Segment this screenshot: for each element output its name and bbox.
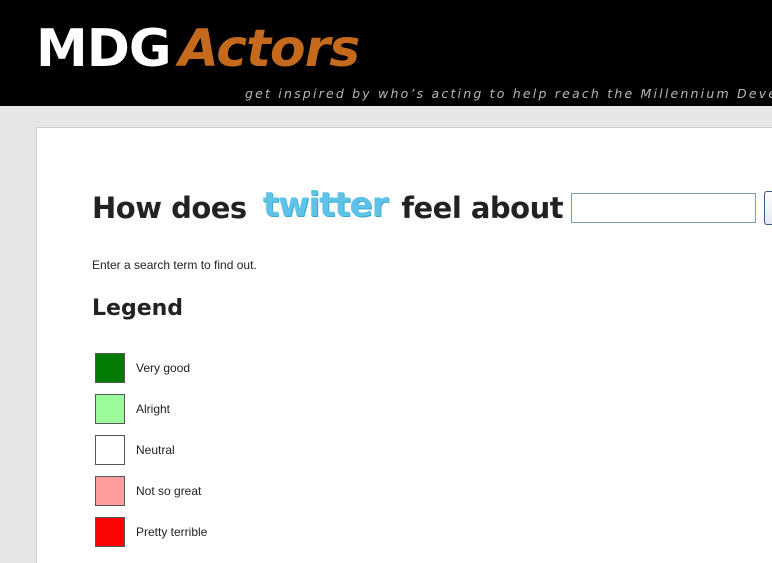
legend-item: Not so great [95, 474, 207, 507]
legend-list: Very good Alright Neutral Not so great P… [95, 351, 207, 556]
search-input[interactable] [571, 193, 757, 223]
legend-title: Legend [92, 296, 184, 321]
search-question: How does twitter feel about ? [92, 185, 772, 228]
legend-label: Not so great [136, 483, 202, 498]
legend-label: Neutral [136, 442, 175, 457]
legend-item: Pretty terrible [95, 515, 207, 548]
legend-item: Alright [95, 392, 207, 425]
question-prefix: How does [92, 191, 247, 225]
twitter-logo: twitter [262, 185, 389, 225]
site-logo[interactable]: MDG Actors [36, 18, 361, 80]
legend-swatch-pretty-terrible [95, 516, 125, 547]
question-suffix: feel about [401, 191, 564, 225]
site-header: MDG Actors get inspired by who’s acting t… [0, 0, 772, 106]
legend-label: Pretty terrible [136, 524, 208, 539]
search-hint: Enter a search term to find out. [92, 258, 257, 272]
main-content: How does twitter feel about ? Enter a se… [36, 127, 772, 563]
logo-text-mdg: MDG [36, 19, 172, 79]
legend-label: Alright [136, 401, 171, 416]
legend-swatch-not-so-great [95, 475, 125, 506]
legend-swatch-very-good [95, 352, 125, 383]
legend-swatch-neutral [95, 434, 125, 465]
legend-item: Neutral [95, 433, 207, 466]
legend-swatch-alright [95, 393, 125, 424]
logo-text-actors: Actors [178, 19, 361, 79]
site-tagline: get inspired by who’s acting to help rea… [245, 86, 772, 101]
help-button[interactable]: ? [764, 191, 772, 225]
legend-item: Very good [95, 351, 207, 384]
legend-label: Very good [136, 360, 191, 375]
